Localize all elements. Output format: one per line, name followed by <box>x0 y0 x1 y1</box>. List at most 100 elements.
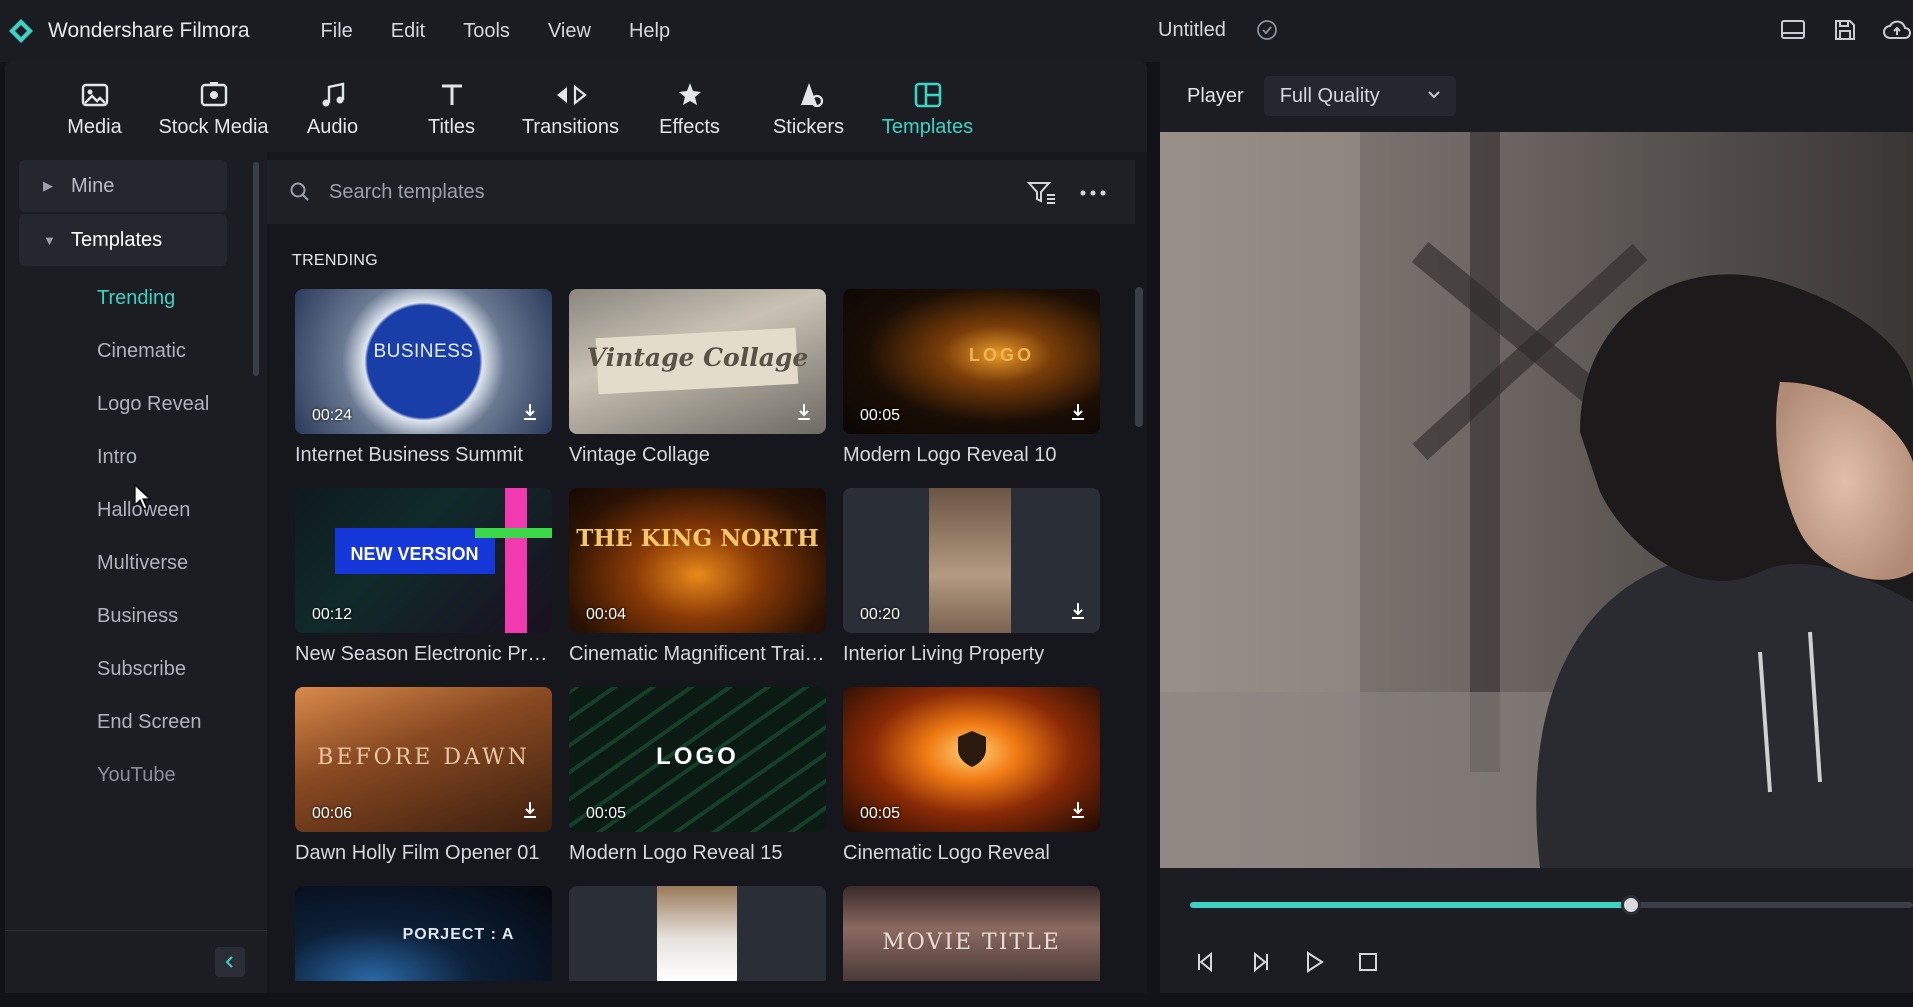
template-card[interactable]: BUSINESS 00:24 Internet Business Summit <box>295 289 552 467</box>
timeline-playhead[interactable] <box>1621 895 1642 915</box>
tab-transitions-label: Transitions <box>521 116 620 138</box>
quality-value: Full Quality <box>1279 84 1380 107</box>
sidebar-item-intro[interactable]: Intro <box>97 446 137 469</box>
chevron-left-icon <box>225 956 233 968</box>
tab-templates[interactable]: Templates <box>868 62 987 152</box>
sidebar-item-multiverse[interactable]: Multiverse <box>97 552 188 575</box>
template-card[interactable]: BEFORE DAWN 00:06 Dawn Holly Film Opener… <box>295 687 552 865</box>
duration-badge: 00:04 <box>586 606 627 623</box>
stop-button[interactable] <box>1352 946 1384 978</box>
music-note-icon <box>322 82 344 107</box>
cloud-upload-icon[interactable] <box>1881 14 1913 46</box>
caret-right-icon: ▶ <box>43 178 53 193</box>
tab-effects[interactable]: Effects <box>630 62 749 152</box>
tab-media[interactable]: Media <box>35 62 154 152</box>
tab-titles[interactable]: Titles <box>392 62 511 152</box>
save-icon[interactable] <box>1829 14 1861 46</box>
tab-stock-media[interactable]: Stock Media <box>154 62 273 152</box>
stickers-icon <box>800 83 823 108</box>
template-title: Interior Living Property <box>843 643 1045 665</box>
template-card[interactable]: PORJECT : A <box>295 886 552 981</box>
document-title: Untitled <box>1158 19 1226 41</box>
sidebar-scrollbar[interactable] <box>253 162 259 376</box>
template-card[interactable]: NEW VERSION 00:12 New Season Electronic … <box>295 488 552 666</box>
player-header: Player Full Quality <box>1160 62 1913 130</box>
template-title: Dawn Holly Film Opener 01 <box>295 842 540 864</box>
thumbnail-text: Vintage Collage <box>586 343 809 372</box>
house-photo <box>657 886 737 981</box>
filmora-logo-icon <box>4 14 38 48</box>
menu-tools[interactable]: Tools <box>444 20 529 43</box>
template-title: Vintage Collage <box>569 444 710 466</box>
template-card[interactable]: 00:20 Interior Living Property <box>843 488 1100 666</box>
next-frame-button[interactable] <box>1244 946 1276 978</box>
template-card[interactable]: Vintage Collage Vintage Collage <box>569 289 826 467</box>
section-title: TRENDING <box>292 252 378 269</box>
filter-icon[interactable] <box>1026 180 1057 211</box>
tab-audio[interactable]: Audio <box>273 62 392 152</box>
step-forward-icon <box>1254 951 1268 973</box>
template-thumbnail: Vintage Collage <box>569 289 826 434</box>
template-card[interactable]: MOVIE TITLE <box>843 886 1100 981</box>
download-icon[interactable] <box>1068 601 1088 621</box>
template-title: Cinematic Magnificent Trailer <box>569 643 826 665</box>
template-thumbnail: BUSINESS 00:24 <box>295 289 552 434</box>
search-input[interactable] <box>329 180 949 204</box>
collapse-sidebar-button[interactable] <box>215 947 245 977</box>
player-label: Player <box>1187 84 1244 107</box>
template-title: Cinematic Logo Reveal <box>843 842 1050 864</box>
download-icon[interactable] <box>520 402 540 422</box>
sidebar-group-templates[interactable]: ▼ Templates <box>19 214 227 266</box>
menu-file[interactable]: File <box>302 20 372 43</box>
sidebar-item-youtube[interactable]: YouTube <box>97 764 176 787</box>
template-card[interactable]: LOGO 00:05 Modern Logo Reveal 10 <box>843 289 1100 467</box>
thumbnail-text: BUSINESS <box>373 341 474 362</box>
template-card[interactable] <box>569 886 826 981</box>
sidebar-item-end-screen[interactable]: End Screen <box>97 711 202 734</box>
previous-frame-button[interactable] <box>1190 946 1222 978</box>
tab-stock-media-label: Stock Media <box>158 116 269 138</box>
tab-templates-label: Templates <box>881 116 974 138</box>
template-thumbnail: MOVIE TITLE <box>843 886 1100 981</box>
sidebar-item-trending[interactable]: Trending <box>97 287 175 310</box>
tab-transitions[interactable]: Transitions <box>511 62 630 152</box>
tab-stickers[interactable]: Stickers <box>749 62 868 152</box>
template-card[interactable]: 00:05 Cinematic Logo Reveal <box>843 687 1100 865</box>
menu-help[interactable]: Help <box>610 20 689 43</box>
title-bar: Wondershare Filmora File Edit Tools View… <box>0 0 1913 62</box>
download-icon[interactable] <box>520 800 540 820</box>
template-thumbnail: 00:20 <box>843 488 1100 633</box>
sidebar-item-logo-reveal[interactable]: Logo Reveal <box>97 393 209 416</box>
crest-logo-icon <box>958 731 986 767</box>
media-icon <box>81 83 108 107</box>
thumbnail-text: BEFORE DAWN <box>317 745 530 770</box>
sidebar-item-business[interactable]: Business <box>97 605 178 628</box>
download-icon[interactable] <box>1068 800 1088 820</box>
thumbnail-text: MOVIE TITLE <box>882 930 1061 955</box>
template-thumbnail: LOGO 00:05 <box>569 687 826 832</box>
stock-media-icon <box>200 82 227 107</box>
more-options-icon[interactable] <box>1079 180 1107 211</box>
quality-select[interactable]: Full Quality <box>1263 76 1456 116</box>
sidebar-item-cinematic[interactable]: Cinematic <box>97 340 186 363</box>
template-card[interactable]: LOGO 00:05 Modern Logo Reveal 15 <box>569 687 826 865</box>
tab-titles-label: Titles <box>427 116 476 138</box>
asset-toolbar: Media Stock Media Audio Titles Transitio… <box>5 62 1147 152</box>
video-preview[interactable] <box>1160 132 1913 868</box>
grid-scrollbar[interactable] <box>1135 287 1143 427</box>
app-name: Wondershare Filmora <box>48 19 250 42</box>
layout-icon[interactable] <box>1777 14 1809 46</box>
text-t-icon <box>441 84 462 105</box>
download-icon[interactable] <box>1068 402 1088 422</box>
template-title: Modern Logo Reveal 10 <box>843 444 1057 466</box>
play-button[interactable] <box>1298 946 1330 978</box>
playback-controls <box>1190 946 1384 978</box>
download-icon[interactable] <box>794 402 814 422</box>
menu-view[interactable]: View <box>529 20 610 43</box>
tab-effects-label: Effects <box>659 116 720 138</box>
template-card[interactable]: THE KING NORTH 00:04 Cinematic Magnifice… <box>569 488 826 666</box>
menu-edit[interactable]: Edit <box>372 20 444 43</box>
sidebar-item-subscribe[interactable]: Subscribe <box>97 658 186 681</box>
playback-timeline[interactable] <box>1190 895 1913 915</box>
sidebar-group-mine[interactable]: ▶ Mine <box>19 160 227 212</box>
